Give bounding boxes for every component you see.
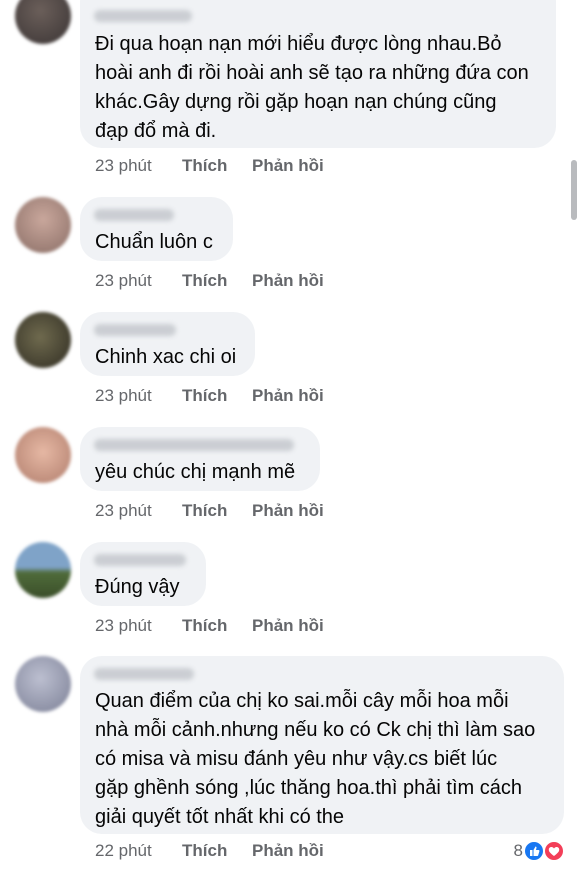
reply-button[interactable]: Phản hồi	[252, 154, 324, 178]
like-button[interactable]: Thích	[182, 614, 227, 638]
reaction-summary[interactable]: 8	[477, 839, 567, 863]
avatar[interactable]	[15, 427, 71, 483]
like-icon	[523, 840, 545, 862]
avatar[interactable]	[15, 656, 71, 712]
avatar[interactable]	[15, 542, 71, 598]
comment-time[interactable]: 23 phút	[95, 614, 152, 638]
reply-button[interactable]: Phản hồi	[252, 269, 324, 293]
comment-time[interactable]: 23 phút	[95, 269, 152, 293]
like-button[interactable]: Thích	[182, 839, 227, 863]
scrollbar[interactable]	[571, 160, 577, 220]
avatar[interactable]	[15, 312, 71, 368]
comment-text: Quan điểm của chị ko sai.mỗi cây mỗi hoa…	[95, 690, 536, 828]
comment-bubble: Chinh xac chi oi	[80, 312, 255, 376]
reply-button[interactable]: Phản hồi	[252, 384, 324, 408]
comment-time[interactable]: 22 phút	[95, 839, 152, 863]
commenter-name-redacted[interactable]	[94, 554, 186, 566]
comment-text: Đi qua hoạn nạn mới hiểu được lòng nhau.…	[95, 33, 529, 142]
comment-time[interactable]: 23 phút	[95, 499, 152, 523]
commenter-name-redacted[interactable]	[94, 668, 194, 680]
commenter-name-redacted[interactable]	[94, 324, 176, 336]
love-icon	[543, 840, 565, 862]
comment-bubble: Chuẩn luôn c	[80, 197, 233, 261]
comment-bubble: yêu chúc chị mạnh mẽ	[80, 427, 320, 491]
comment-text: Chuẩn luôn c	[95, 231, 213, 253]
commenter-name-redacted[interactable]	[94, 209, 174, 221]
like-button[interactable]: Thích	[182, 154, 227, 178]
commenter-name-redacted[interactable]	[94, 10, 192, 22]
avatar[interactable]	[15, 0, 71, 44]
avatar[interactable]	[15, 197, 71, 253]
like-button[interactable]: Thích	[182, 384, 227, 408]
comment-time[interactable]: 23 phút	[95, 154, 152, 178]
comment-text: Đúng vậy	[95, 576, 180, 598]
comment-bubble: Đúng vậy	[80, 542, 206, 606]
reaction-count: 8	[513, 841, 523, 860]
comment-bubble: Đi qua hoạn nạn mới hiểu được lòng nhau.…	[80, 0, 556, 148]
reply-button[interactable]: Phản hồi	[252, 499, 324, 523]
like-button[interactable]: Thích	[182, 269, 227, 293]
reply-button[interactable]: Phản hồi	[252, 614, 324, 638]
like-button[interactable]: Thích	[182, 499, 227, 523]
comment-text: Chinh xac chi oi	[95, 346, 237, 368]
reply-button[interactable]: Phản hồi	[252, 839, 324, 863]
comment-time[interactable]: 23 phút	[95, 384, 152, 408]
comment-bubble: Quan điểm của chị ko sai.mỗi cây mỗi hoa…	[80, 656, 564, 834]
commenter-name-redacted[interactable]	[94, 439, 294, 451]
comment-text: yêu chúc chị mạnh mẽ	[95, 461, 296, 483]
